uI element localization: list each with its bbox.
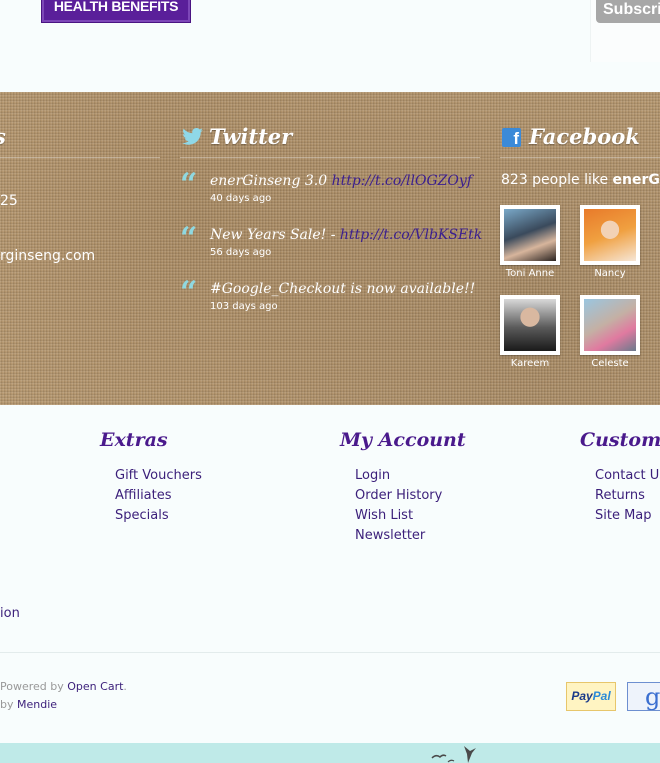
twitter-bird-icon bbox=[182, 128, 203, 145]
footer-link[interactable]: Contact Us bbox=[595, 466, 660, 486]
footer-link[interactable]: Wish List bbox=[355, 506, 442, 526]
tweet-time: 103 days ago bbox=[210, 301, 278, 312]
footer-link[interactable]: Order History bbox=[355, 486, 442, 506]
facebook-rule bbox=[500, 157, 660, 158]
bottom-band bbox=[0, 743, 660, 763]
facebook-friend[interactable]: Nancy bbox=[580, 205, 640, 279]
contact-email[interactable]: rginseng.com bbox=[0, 248, 95, 264]
footer-divider bbox=[0, 652, 660, 653]
birds-icon bbox=[431, 746, 476, 763]
facebook-like-count: 823 people like enerG bbox=[501, 172, 660, 188]
contact-title: s bbox=[0, 124, 6, 149]
friend-name: Nancy bbox=[594, 268, 626, 279]
footer-link[interactable]: Specials bbox=[115, 506, 202, 526]
quote-icon: “ bbox=[180, 221, 198, 256]
tweet-text: #Google_Checkout is now available!! bbox=[210, 281, 476, 297]
avatar[interactable] bbox=[500, 205, 560, 265]
customer-links: Contact Us Returns Site Map bbox=[595, 466, 660, 526]
footer-link[interactable]: Returns bbox=[595, 486, 660, 506]
footer-link[interactable]: ion bbox=[0, 606, 20, 621]
avatar[interactable] bbox=[500, 295, 560, 355]
my-account-title: My Account bbox=[340, 429, 466, 451]
google-checkout-logo: g bbox=[627, 682, 660, 711]
friend-name: Celeste bbox=[591, 358, 629, 369]
footer-link[interactable]: Affiliates bbox=[115, 486, 202, 506]
designed-by: by Mendie bbox=[0, 698, 58, 711]
facebook-icon: f bbox=[502, 128, 521, 147]
footer-link[interactable]: Site Map bbox=[595, 506, 660, 526]
facebook-friend[interactable]: Kareem bbox=[500, 295, 560, 369]
account-links: Login Order History Wish List Newsletter bbox=[355, 466, 442, 546]
contact-rule bbox=[0, 157, 160, 158]
extras-title: Extras bbox=[100, 429, 168, 451]
friend-name: Kareem bbox=[510, 358, 550, 369]
tweet-text: New Years Sale! - bbox=[210, 227, 340, 243]
facebook-friend[interactable]: Toni Anne bbox=[500, 205, 560, 279]
footer-link[interactable]: Gift Vouchers bbox=[115, 466, 202, 486]
tweet-text: enerGinseng 3.0 bbox=[210, 173, 332, 189]
customer-service-title: Custome bbox=[580, 429, 660, 451]
powered-by: Powered by Open Cart. bbox=[0, 680, 127, 693]
quote-icon: “ bbox=[180, 167, 198, 202]
twitter-rule bbox=[180, 157, 480, 158]
zigzag-edge bbox=[0, 84, 660, 96]
avatar[interactable] bbox=[580, 205, 640, 265]
contact-phone: 25 bbox=[0, 193, 18, 209]
footer-link[interactable]: Newsletter bbox=[355, 526, 442, 546]
mendie-link[interactable]: Mendie bbox=[17, 698, 57, 711]
health-benefits-banner[interactable]: HEALTH BENEFITS bbox=[41, 0, 191, 23]
tweet-link[interactable]: http://t.co/llOGZOyf bbox=[332, 173, 472, 189]
friend-name: Toni Anne bbox=[505, 268, 555, 279]
facebook-page-name[interactable]: enerG bbox=[613, 172, 660, 188]
opencart-link[interactable]: Open Cart bbox=[67, 680, 123, 693]
twitter-title: Twitter bbox=[209, 124, 293, 149]
avatar[interactable] bbox=[580, 295, 640, 355]
quote-icon: “ bbox=[180, 275, 198, 310]
extras-links: Gift Vouchers Affiliates Specials bbox=[115, 466, 202, 526]
facebook-title: Facebook bbox=[529, 124, 640, 149]
subscribe-button[interactable]: Subscribe bbox=[596, 0, 660, 23]
tweet-link[interactable]: http://t.co/VlbKSEtk bbox=[340, 227, 482, 243]
tweet-time: 40 days ago bbox=[210, 193, 272, 204]
paypal-logo: PayPal bbox=[566, 682, 616, 711]
facebook-friend[interactable]: Celeste bbox=[580, 295, 640, 369]
tweet-time: 56 days ago bbox=[210, 247, 272, 258]
footer-link[interactable]: Login bbox=[355, 466, 442, 486]
